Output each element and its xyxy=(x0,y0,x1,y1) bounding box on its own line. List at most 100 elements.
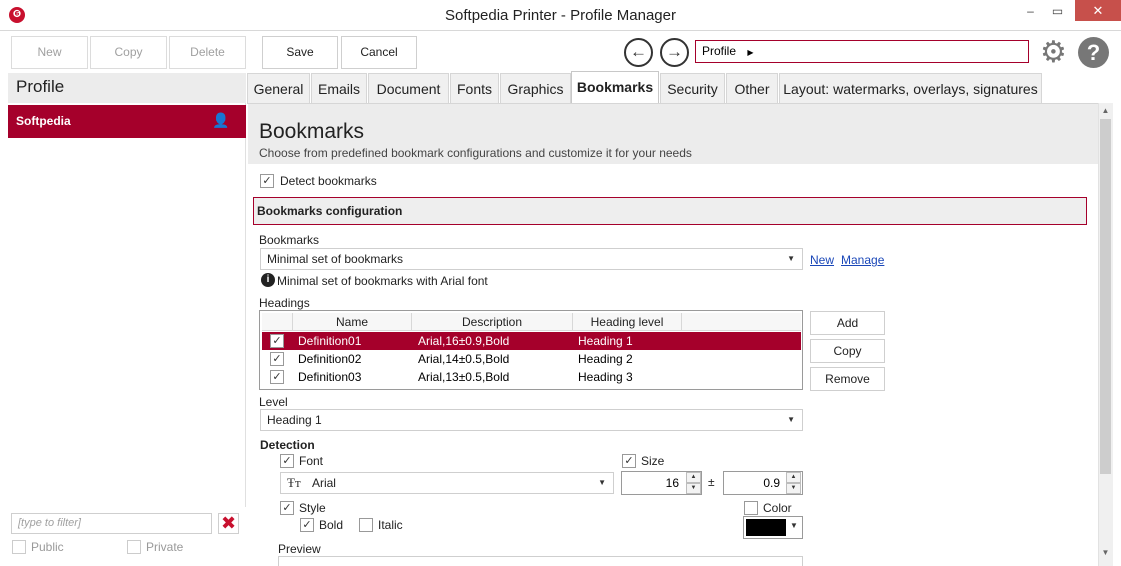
table-row[interactable]: ✓ Definition03 Arial,13±0.5,Bold Heading… xyxy=(262,368,801,386)
bookmarks-select[interactable]: Minimal set of bookmarks ▼ xyxy=(260,248,803,270)
detect-bookmarks-label: Detect bookmarks xyxy=(280,174,377,188)
profile-panel-title: Profile xyxy=(8,73,246,103)
level-label: Level xyxy=(259,395,288,409)
help-icon[interactable]: ? xyxy=(1078,37,1109,68)
tolerance-stepper-buttons[interactable]: ▲ ▼ xyxy=(786,472,801,494)
bold-label: Bold xyxy=(319,518,344,532)
tab-bookmarks[interactable]: Bookmarks xyxy=(571,71,659,104)
table-header-check xyxy=(262,313,293,331)
minimize-icon[interactable]: ‒ xyxy=(1017,1,1044,21)
public-label: Public xyxy=(31,540,64,554)
tab-emails[interactable]: Emails xyxy=(311,73,367,103)
preview-label: Preview xyxy=(278,542,321,556)
level-select[interactable]: Heading 1 ▼ xyxy=(260,409,803,431)
public-checkbox[interactable] xyxy=(12,540,26,554)
color-swatch xyxy=(746,519,786,536)
preview-box xyxy=(278,556,803,566)
font-select[interactable]: Ŧт Arial ▼ xyxy=(280,472,614,494)
font-icon: Ŧт xyxy=(287,475,301,490)
private-label: Private xyxy=(146,540,184,554)
forward-arrow-icon[interactable]: → xyxy=(660,38,689,67)
delete-button[interactable]: Delete xyxy=(169,36,246,69)
info-icon: i xyxy=(261,273,275,287)
gear-icon[interactable]: ⚙ xyxy=(1037,36,1070,69)
size-label: Size xyxy=(641,454,665,468)
tab-general[interactable]: General xyxy=(247,73,310,103)
table-row[interactable]: ✓ Definition02 Arial,14±0.5,Bold Heading… xyxy=(262,350,801,368)
close-icon[interactable]: ✕ xyxy=(1075,0,1121,21)
scroll-up-icon[interactable]: ▲ xyxy=(1098,104,1113,118)
page-subtitle: Choose from predefined bookmark configur… xyxy=(259,146,692,160)
breadcrumb-item-profile[interactable]: Profile xyxy=(702,44,736,58)
add-heading-button[interactable]: Add xyxy=(810,311,885,335)
scrollbar-thumb[interactable] xyxy=(1100,119,1111,474)
page-title: Bookmarks xyxy=(259,120,365,143)
row-name: Definition02 xyxy=(298,352,362,366)
bookmarks-configuration-section: Bookmarks configuration xyxy=(253,197,1087,225)
bold-checkbox[interactable]: ✓ xyxy=(300,518,314,532)
tab-security[interactable]: Security xyxy=(660,73,725,103)
row-checkbox[interactable]: ✓ xyxy=(270,370,284,384)
table-row[interactable]: ✓ Definition01 Arial,16±0.9,Bold Heading… xyxy=(262,332,801,350)
detection-label: Detection xyxy=(260,438,315,452)
new-bookmark-link[interactable]: New xyxy=(810,253,834,267)
spin-up-icon[interactable]: ▲ xyxy=(686,472,701,483)
filter-input[interactable]: [type to filter] xyxy=(11,513,212,534)
tab-other[interactable]: Other xyxy=(726,73,778,103)
maximize-icon[interactable]: ▭ xyxy=(1044,1,1071,21)
row-description: Arial,14±0.5,Bold xyxy=(418,352,510,366)
table-header-name[interactable]: Name xyxy=(293,313,412,331)
headings-label: Headings xyxy=(259,296,310,310)
row-checkbox[interactable]: ✓ xyxy=(270,334,284,348)
back-arrow-icon[interactable]: ← xyxy=(624,38,653,67)
row-level: Heading 3 xyxy=(578,370,633,384)
copy-button[interactable]: Copy xyxy=(90,36,167,69)
table-header-heading-level[interactable]: Heading level xyxy=(573,313,682,331)
font-select-value: Arial xyxy=(311,476,336,490)
tab-graphics[interactable]: Graphics xyxy=(500,73,571,103)
tab-document[interactable]: Document xyxy=(368,73,449,103)
bookmarks-select-value: Minimal set of bookmarks xyxy=(267,252,404,266)
level-select-value: Heading 1 xyxy=(267,413,322,427)
cancel-button[interactable]: Cancel xyxy=(341,36,417,69)
style-checkbox[interactable]: ✓ xyxy=(280,501,294,515)
row-level: Heading 2 xyxy=(578,352,633,366)
profile-item-softpedia[interactable]: Softpedia xyxy=(8,105,246,138)
private-checkbox[interactable] xyxy=(127,540,141,554)
row-checkbox[interactable]: ✓ xyxy=(270,352,284,366)
manage-bookmarks-link[interactable]: Manage xyxy=(841,253,884,267)
bookmarks-label: Bookmarks xyxy=(259,233,320,247)
clear-filter-icon[interactable]: ✖ xyxy=(218,513,239,534)
chevron-right-icon[interactable]: ▶ xyxy=(747,48,753,57)
italic-checkbox[interactable] xyxy=(359,518,373,532)
new-button[interactable]: New xyxy=(11,36,88,69)
tab-layout[interactable]: Layout: watermarks, overlays, signatures xyxy=(779,73,1042,103)
plus-minus-symbol: ± xyxy=(708,475,715,489)
table-header-filler xyxy=(682,313,801,331)
row-level: Heading 1 xyxy=(578,334,633,348)
detect-bookmarks-checkbox[interactable]: ✓ xyxy=(260,174,274,188)
table-header-description[interactable]: Description xyxy=(412,313,573,331)
chevron-down-icon: ▼ xyxy=(787,254,795,263)
size-checkbox[interactable]: ✓ xyxy=(622,454,636,468)
copy-heading-button[interactable]: Copy xyxy=(810,339,885,363)
scroll-down-icon[interactable]: ▼ xyxy=(1098,546,1113,560)
profile-list[interactable] xyxy=(8,103,246,507)
breadcrumb[interactable]: Profile ▶ xyxy=(695,40,1029,63)
style-label: Style xyxy=(299,501,326,515)
spin-up-icon[interactable]: ▲ xyxy=(786,472,801,483)
row-description: Arial,16±0.9,Bold xyxy=(418,334,510,348)
spin-down-icon[interactable]: ▼ xyxy=(686,483,701,494)
window-title: Softpedia Printer - Profile Manager xyxy=(445,7,676,24)
spin-down-icon[interactable]: ▼ xyxy=(786,483,801,494)
size-stepper-buttons[interactable]: ▲ ▼ xyxy=(686,472,701,494)
chevron-down-icon: ▼ xyxy=(598,478,606,487)
user-icon: 👤 xyxy=(212,112,230,128)
chevron-down-icon[interactable]: ▼ xyxy=(790,521,798,530)
color-label: Color xyxy=(763,501,792,515)
remove-heading-button[interactable]: Remove xyxy=(810,367,885,391)
color-checkbox[interactable] xyxy=(744,501,758,515)
tab-fonts[interactable]: Fonts xyxy=(450,73,499,103)
font-checkbox[interactable]: ✓ xyxy=(280,454,294,468)
save-button[interactable]: Save xyxy=(262,36,338,69)
